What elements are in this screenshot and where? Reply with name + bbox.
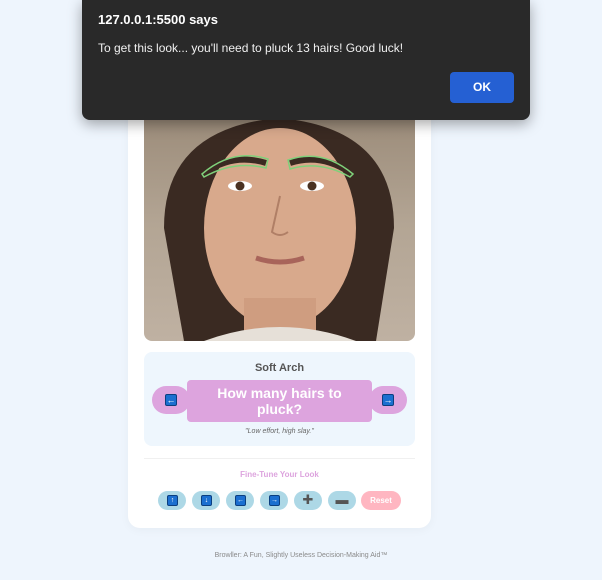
grow-button[interactable]: ✚ bbox=[294, 491, 322, 510]
shrink-button[interactable]: ▬ bbox=[328, 491, 356, 510]
move-down-button[interactable]: ↓ bbox=[192, 491, 220, 510]
style-name: Soft Arch bbox=[254, 362, 305, 374]
fine-tune-title: Fine-Tune Your Look bbox=[240, 470, 319, 479]
ok-button[interactable]: OK bbox=[450, 72, 514, 103]
move-up-button[interactable]: ↑ bbox=[158, 491, 186, 510]
down-arrow-key-icon: ↓ bbox=[201, 495, 212, 506]
next-style-button[interactable]: → bbox=[369, 386, 407, 414]
plus-icon: ✚ bbox=[302, 492, 314, 507]
move-left-button[interactable]: ← bbox=[226, 491, 254, 510]
dialog-title: 127.0.0.1:5500 says bbox=[98, 12, 218, 27]
minus-icon: ▬ bbox=[335, 492, 349, 507]
right-arrow-key-icon: → bbox=[382, 394, 394, 406]
reset-button[interactable]: Reset bbox=[361, 491, 401, 510]
previous-style-button[interactable]: ← bbox=[152, 386, 190, 414]
footer-text: Browller: A Fun, Slightly Useless Decisi… bbox=[214, 552, 388, 559]
left-arrow-key-icon: ← bbox=[165, 394, 177, 406]
dialog-message: To get this look... you'll need to pluck… bbox=[98, 41, 404, 55]
up-arrow-key-icon: ↑ bbox=[167, 495, 178, 506]
pluck-count-button[interactable]: How many hairs to pluck? bbox=[187, 380, 372, 422]
move-right-button[interactable]: → bbox=[260, 491, 288, 510]
alert-dialog: 127.0.0.1:5500 says To get this look... … bbox=[82, 0, 530, 120]
style-tagline: "Low effort, high slay." bbox=[245, 428, 314, 435]
left-arrow-key-icon: ← bbox=[235, 495, 246, 506]
right-arrow-key-icon: → bbox=[269, 495, 280, 506]
divider bbox=[144, 458, 415, 459]
face-photo bbox=[144, 108, 415, 341]
style-panel: Soft Arch ← How many hairs to pluck? → "… bbox=[144, 352, 415, 446]
